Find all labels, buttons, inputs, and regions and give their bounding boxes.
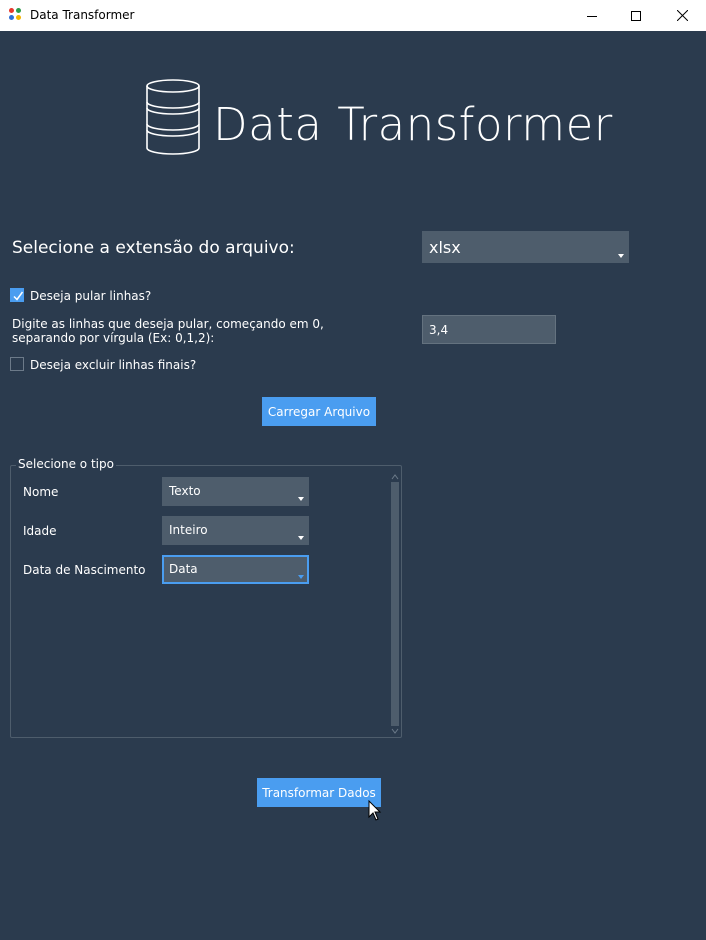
column-type-select[interactable]: Data xyxy=(162,555,309,584)
checkmark-icon xyxy=(13,291,24,301)
extension-label: Selecione a extensão do arquivo: xyxy=(12,238,295,258)
column-type-value: Inteiro xyxy=(169,523,208,537)
types-scrollbar[interactable] xyxy=(390,472,400,736)
scroll-down-icon[interactable] xyxy=(391,727,399,735)
column-name-label: Nome xyxy=(23,485,59,499)
column-type-select[interactable]: Inteiro xyxy=(162,516,309,545)
type-groupbox-title: Selecione o tipo xyxy=(16,457,116,471)
column-name-label: Data de Nascimento xyxy=(23,563,146,577)
column-type-select[interactable]: Texto xyxy=(162,477,309,506)
skip-lines-instruction-2: separando por vírgula (Ex: 0,1,2): xyxy=(12,331,215,345)
column-name-label: Idade xyxy=(23,524,57,538)
app-icon xyxy=(9,8,23,22)
load-file-button[interactable]: Carregar Arquivo xyxy=(262,397,376,426)
skip-lines-input[interactable] xyxy=(423,316,555,343)
chevron-down-icon xyxy=(298,497,304,501)
skip-lines-instruction-1: Digite as linhas que deseja pular, começ… xyxy=(12,317,324,331)
extension-select-value: xlsx xyxy=(429,238,461,257)
window-title: Data Transformer xyxy=(30,8,135,22)
close-icon xyxy=(676,10,688,21)
chevron-down-icon xyxy=(298,575,304,579)
chevron-down-icon xyxy=(298,536,304,540)
maximize-button[interactable] xyxy=(613,0,659,31)
skip-lines-label: Deseja pular linhas? xyxy=(30,289,152,303)
chevron-down-icon xyxy=(618,254,624,258)
skip-lines-input-wrapper xyxy=(422,315,556,344)
transform-data-button[interactable]: Transformar Dados xyxy=(257,778,381,807)
minimize-button[interactable] xyxy=(569,0,615,31)
column-type-value: Data xyxy=(169,562,198,576)
scroll-up-icon[interactable] xyxy=(391,473,399,481)
maximize-icon xyxy=(631,10,641,21)
minimize-icon xyxy=(587,15,597,17)
close-button[interactable] xyxy=(659,0,705,31)
exclude-final-lines-label: Deseja excluir linhas finais? xyxy=(30,358,197,372)
database-icon xyxy=(146,79,200,155)
extension-select[interactable]: xlsx xyxy=(422,231,629,263)
skip-lines-checkbox[interactable] xyxy=(10,288,24,302)
exclude-final-lines-checkbox[interactable] xyxy=(10,357,24,371)
mouse-cursor-icon xyxy=(368,800,382,821)
column-type-value: Texto xyxy=(169,484,201,498)
app-title: Data Transformer xyxy=(213,98,613,151)
window-titlebar: Data Transformer xyxy=(0,0,706,31)
scrollbar-thumb[interactable] xyxy=(391,482,399,726)
